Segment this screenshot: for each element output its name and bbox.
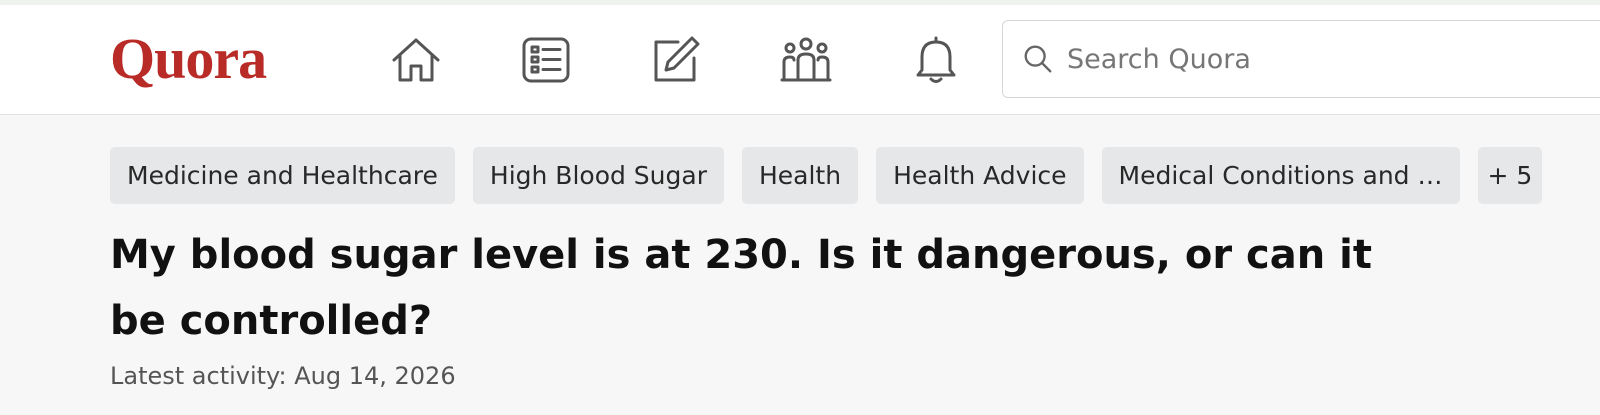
topic-chip-health[interactable]: Health [741,147,859,204]
topic-chip-high-blood-sugar[interactable]: High Blood Sugar [472,147,724,204]
latest-activity: Latest activity: Aug 14, 2026 [110,362,456,390]
question-title: My blood sugar level is at 230. Is it da… [110,232,1372,344]
more-topics-button[interactable]: + 5 [1477,147,1543,204]
topic-chip-health-advice[interactable]: Health Advice [876,147,1084,204]
following-icon[interactable] [516,30,576,90]
search-input[interactable] [1067,43,1600,75]
search-icon [1021,41,1057,77]
topic-chip-medical-conditions[interactable]: Medical Conditions and Diseases [1101,147,1460,204]
quora-logo[interactable]: Quora [110,25,267,92]
notifications-icon[interactable] [906,30,966,90]
search-box[interactable] [1002,20,1600,98]
topic-chip-medicine-and-healthcare[interactable]: Medicine and Healthcare [110,147,455,204]
topic-chip-label: Medical Conditions and Diseases [1118,161,1443,190]
topic-list: Medicine and Healthcare High Blood Sugar… [110,147,1543,204]
spaces-icon[interactable] [776,30,836,90]
home-icon[interactable] [386,30,446,90]
answer-icon[interactable] [646,30,706,90]
top-navigation-bar: Quora [0,5,1600,115]
